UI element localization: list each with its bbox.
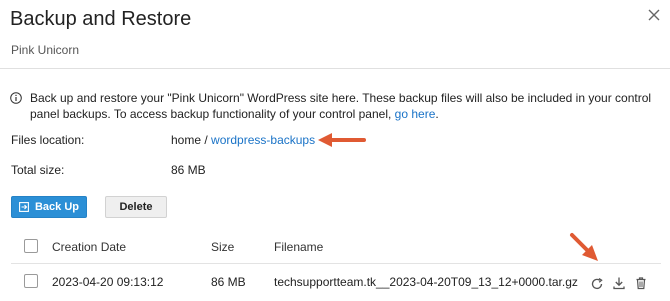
info-icon: [10, 92, 22, 104]
wordpress-backups-link[interactable]: wordpress-backups: [211, 133, 315, 147]
back-up-button-label: Back Up: [34, 201, 80, 213]
back-up-button[interactable]: Back Up: [11, 196, 87, 218]
dialog-title: Backup and Restore: [10, 8, 192, 30]
download-icon[interactable]: [612, 276, 626, 290]
annotation-arrow-icon: [570, 233, 598, 261]
header-divider: [0, 68, 670, 69]
table-row[interactable]: 2023-04-20 09:13:12 86 MB techsupporttea…: [0, 264, 670, 301]
files-location-path: home / wordpress-backups: [171, 133, 315, 147]
restore-icon[interactable]: [590, 277, 604, 291]
column-header-creation-date[interactable]: Creation Date: [52, 240, 126, 254]
total-size-label: Total size:: [11, 163, 65, 177]
annotation-arrow-icon: [318, 133, 366, 147]
creation-date-cell: 2023-04-20 09:13:12: [52, 275, 164, 289]
info-message-text: Back up and restore your "Pink Unicorn" …: [30, 91, 652, 121]
go-here-link[interactable]: go here: [395, 107, 436, 121]
info-message-end: .: [435, 107, 439, 121]
close-icon[interactable]: [647, 8, 661, 22]
total-size-value: 86 MB: [171, 163, 206, 177]
select-all-checkbox[interactable]: [24, 239, 38, 253]
filename-cell: techsupportteam.tk__2023-04-20T09_13_12+…: [274, 275, 578, 289]
trash-icon[interactable]: [634, 276, 648, 290]
path-separator: /: [201, 133, 212, 147]
path-root: home: [171, 133, 202, 147]
site-name: Pink Unicorn: [11, 43, 80, 57]
backup-icon: [19, 202, 29, 212]
delete-button[interactable]: Delete: [105, 196, 167, 218]
row-checkbox[interactable]: [24, 274, 38, 288]
size-cell: 86 MB: [211, 275, 246, 289]
column-header-size[interactable]: Size: [211, 240, 234, 254]
info-message: Back up and restore your "Pink Unicorn" …: [30, 90, 660, 122]
delete-button-label: Delete: [119, 201, 153, 213]
files-location-label: Files location:: [11, 133, 85, 147]
column-header-filename[interactable]: Filename: [274, 240, 323, 254]
